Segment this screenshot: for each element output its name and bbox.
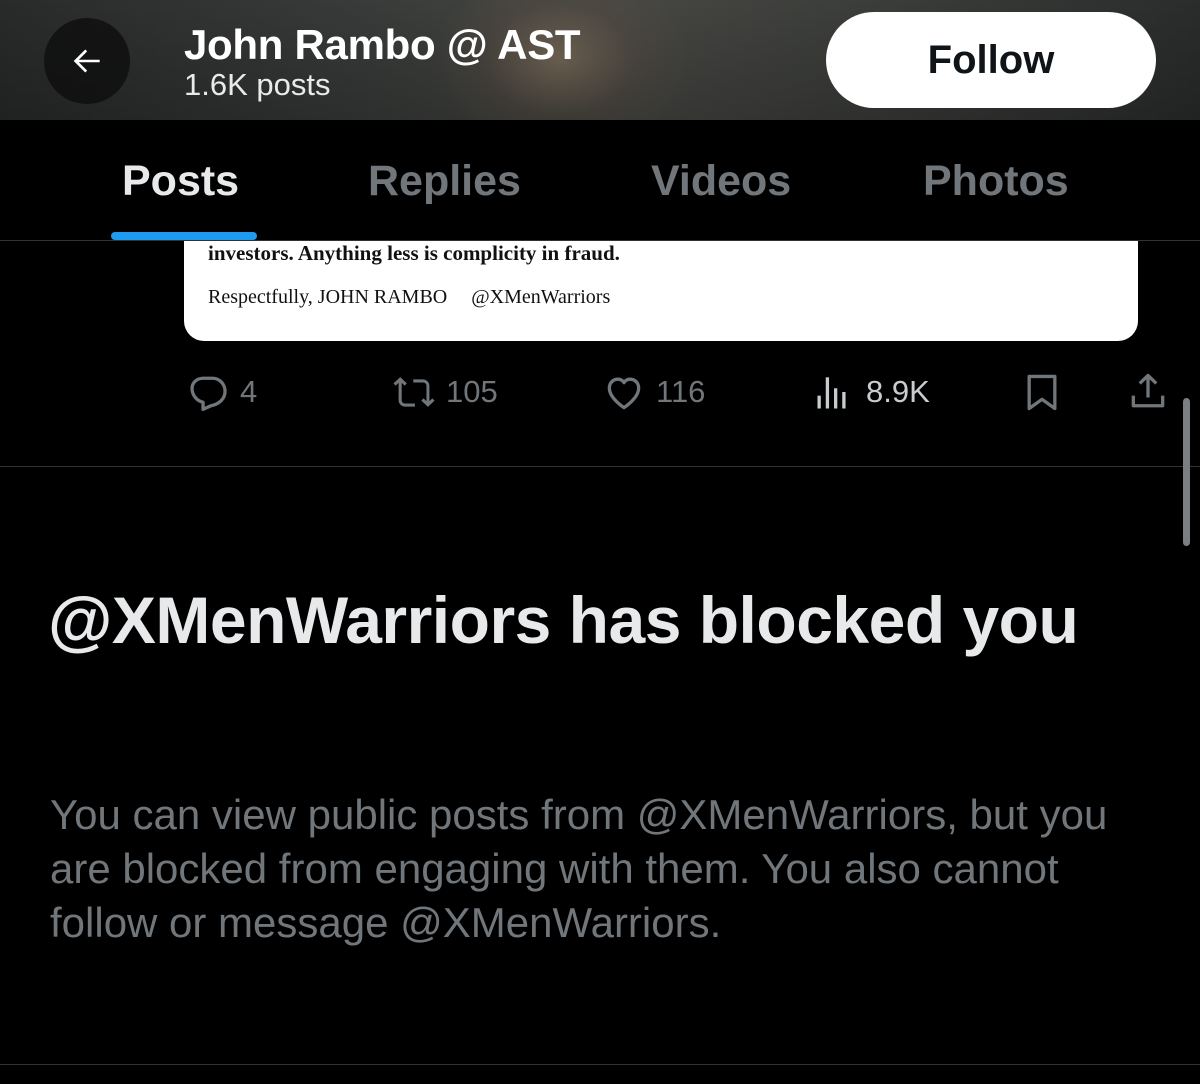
back-button[interactable]: [44, 18, 130, 104]
repost-icon: [393, 377, 435, 407]
follow-button[interactable]: Follow: [826, 12, 1156, 108]
bookmark-icon: [1027, 374, 1057, 411]
like-button[interactable]: 116: [602, 370, 705, 414]
scrollbar[interactable]: [1183, 398, 1190, 546]
tab-posts[interactable]: Posts: [122, 156, 239, 206]
bookmark-button[interactable]: [1020, 370, 1064, 414]
analytics-icon: [817, 377, 846, 409]
post-image[interactable]: investors. Anything less is complicity i…: [184, 241, 1138, 341]
tab-videos[interactable]: Videos: [651, 156, 791, 206]
profile-title-block: John Rambo @ AST 1.6K posts: [184, 21, 581, 102]
profile-tabs: Posts Replies Videos Photos: [0, 120, 1200, 241]
tab-photos[interactable]: Photos: [923, 156, 1069, 206]
share-icon: [1131, 373, 1165, 408]
post-count: 1.6K posts: [184, 67, 331, 102]
repost-count: 105: [446, 374, 498, 409]
post-image-signature: Respectfully, JOHN RAMBO: [208, 286, 448, 308]
active-tab-indicator: [111, 232, 257, 240]
blocked-title: @XMenWarriors has blocked you: [48, 583, 1079, 657]
reply-count: 4: [240, 374, 258, 409]
bottom-divider: [0, 1064, 1200, 1065]
post-image-handle: @XMenWarriors: [471, 286, 611, 308]
view-count: 8.9K: [866, 374, 930, 409]
post-action-bar: 4 105 116 8.9K: [0, 362, 1200, 422]
views-button[interactable]: 8.9K: [812, 370, 930, 414]
arrow-left-icon: [73, 49, 100, 73]
like-count: 116: [656, 374, 706, 409]
profile-name: John Rambo @ AST: [184, 21, 581, 68]
profile-header: John Rambo @ AST 1.6K posts Follow: [0, 0, 1200, 120]
share-button[interactable]: [1126, 370, 1170, 414]
post-image-text: investors. Anything less is complicity i…: [208, 241, 620, 265]
reply-icon: [190, 376, 227, 412]
repost-button[interactable]: 105: [392, 370, 498, 414]
post-image-signature-line: Respectfully, JOHN RAMBO @XMenWarriors: [208, 285, 610, 309]
heart-icon: [607, 377, 641, 410]
reply-button[interactable]: 4: [186, 370, 257, 414]
tab-replies[interactable]: Replies: [368, 156, 521, 206]
blocked-description: You can view public posts from @XMenWarr…: [50, 791, 1108, 946]
post-divider: [0, 466, 1200, 467]
